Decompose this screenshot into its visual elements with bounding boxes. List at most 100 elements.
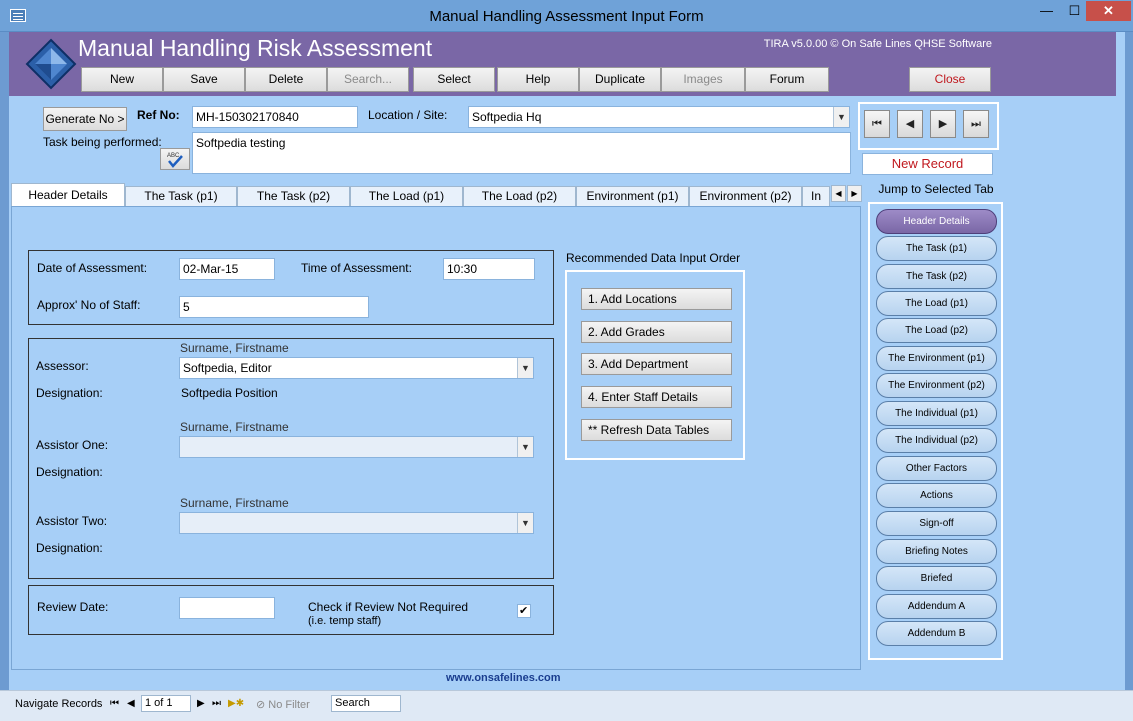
save-button[interactable]: Save — [163, 67, 245, 92]
add-department-button[interactable]: 3. Add Department — [581, 353, 732, 375]
previous-record-button[interactable]: ◀ — [897, 110, 923, 138]
time-field[interactable]: 10:30 — [443, 258, 535, 280]
jump-environment-p1[interactable]: The Environment (p1) — [876, 346, 997, 371]
location-value: Softpedia Hq — [472, 110, 542, 124]
svg-text:ABC: ABC — [167, 153, 180, 159]
ref-no-field[interactable]: MH-150302170840 — [192, 106, 358, 128]
tab-load-p2[interactable]: The Load (p2) — [463, 186, 576, 207]
delete-button[interactable]: Delete — [245, 67, 327, 92]
assessor-combo[interactable]: Softpedia, Editor ▼ — [179, 357, 534, 379]
duplicate-button[interactable]: Duplicate — [579, 67, 661, 92]
window-close-button[interactable]: ✕ — [1086, 1, 1131, 21]
header-details-page: Date of Assessment: 02-Mar-15 Time of As… — [11, 206, 861, 670]
recommended-group: 1. Add Locations 2. Add Grades 3. Add De… — [565, 270, 745, 460]
assistor-one-combo[interactable]: ▼ — [179, 436, 534, 458]
location-combo[interactable]: Softpedia Hq ▼ — [468, 106, 850, 128]
first-record-button[interactable]: ⏮ — [864, 110, 890, 138]
assessor-value: Softpedia, Editor — [183, 361, 272, 375]
time-label: Time of Assessment: — [301, 261, 412, 275]
chevron-down-icon[interactable]: ▼ — [517, 513, 533, 533]
jump-addendum-a[interactable]: Addendum A — [876, 594, 997, 619]
record-navigator: ⏮ ◀ ▶ ⏭ — [858, 102, 999, 150]
jump-task-p1[interactable]: The Task (p1) — [876, 236, 997, 261]
website-link[interactable]: www.onsafelines.com — [446, 672, 561, 684]
images-button[interactable]: Images — [661, 67, 745, 92]
date-field[interactable]: 02-Mar-15 — [179, 258, 275, 280]
jump-load-p2[interactable]: The Load (p2) — [876, 318, 997, 343]
forum-button[interactable]: Forum — [745, 67, 829, 92]
jump-other-factors[interactable]: Other Factors — [876, 456, 997, 481]
close-button[interactable]: Close — [909, 67, 991, 92]
assistor-two-label: Assistor Two: — [36, 514, 108, 528]
chevron-down-icon[interactable]: ▼ — [517, 437, 533, 457]
assessor-group: Surname, Firstname Assessor: Softpedia, … — [28, 338, 554, 579]
assessor-label: Assessor: — [36, 359, 89, 373]
chevron-down-icon[interactable]: ▼ — [833, 107, 849, 127]
tab-environment-p2[interactable]: Environment (p2) — [689, 186, 802, 207]
help-button[interactable]: Help — [497, 67, 579, 92]
tab-task-p1[interactable]: The Task (p1) — [125, 186, 237, 207]
tab-task-p2[interactable]: The Task (p2) — [237, 186, 350, 207]
review-date-label: Review Date: — [37, 600, 109, 614]
no-filter-button[interactable]: ⊘ No Filter — [256, 698, 310, 711]
minimize-button[interactable]: — — [1033, 1, 1060, 21]
tab-individual-p1[interactable]: In — [802, 186, 830, 207]
ref-no-label: Ref No: — [137, 108, 180, 122]
version-text: TIRA v5.0.00 © On Safe Lines QHSE Softwa… — [763, 38, 992, 50]
filter-icon: ⊘ — [256, 699, 266, 711]
add-locations-button[interactable]: 1. Add Locations — [581, 288, 732, 310]
last-record-button[interactable]: ⏭ — [963, 110, 989, 138]
select-button[interactable]: Select — [413, 67, 495, 92]
review-check-label: Check if Review Not Required — [308, 600, 469, 614]
tab-scroll-left-icon[interactable]: ◀ — [831, 185, 846, 202]
location-label: Location / Site: — [368, 108, 448, 122]
app-title: Manual Handling Risk Assessment — [78, 35, 433, 61]
jump-sign-off[interactable]: Sign-off — [876, 511, 997, 536]
next-record-button[interactable]: ▶ — [930, 110, 956, 138]
assistor-two-combo[interactable]: ▼ — [179, 512, 534, 534]
tab-load-p1[interactable]: The Load (p1) — [350, 186, 463, 207]
search-input[interactable]: Search — [331, 695, 401, 712]
next-record-icon[interactable]: ▶ — [197, 698, 205, 709]
last-record-icon[interactable]: ⏭ — [212, 698, 221, 709]
new-button[interactable]: New — [81, 67, 163, 92]
tab-header-details[interactable]: Header Details — [11, 183, 125, 207]
assistor-two-designation-label: Designation: — [36, 541, 103, 555]
jump-load-p1[interactable]: The Load (p1) — [876, 291, 997, 316]
navigate-records-label: Navigate Records — [15, 698, 103, 710]
search-button[interactable]: Search... — [327, 67, 409, 92]
review-check-sublabel: (i.e. temp staff) — [308, 615, 382, 627]
diamond-logo-icon — [25, 38, 77, 90]
staff-label: Approx' No of Staff: — [37, 298, 141, 312]
enter-staff-details-button[interactable]: 4. Enter Staff Details — [581, 386, 732, 408]
jump-environment-p2[interactable]: The Environment (p2) — [876, 373, 997, 398]
jump-individual-p2[interactable]: The Individual (p2) — [876, 428, 997, 453]
jump-header-details[interactable]: Header Details — [876, 209, 997, 234]
jump-actions[interactable]: Actions — [876, 483, 997, 508]
first-record-icon[interactable]: ⏮ — [110, 698, 119, 709]
jump-briefing-notes[interactable]: Briefing Notes — [876, 539, 997, 564]
previous-record-icon[interactable]: ◀ — [127, 698, 135, 709]
add-grades-button[interactable]: 2. Add Grades — [581, 321, 732, 343]
tab-environment-p1[interactable]: Environment (p1) — [576, 186, 689, 207]
assistor-one-label: Assistor One: — [36, 438, 109, 452]
review-date-field[interactable] — [179, 597, 275, 619]
maximize-button[interactable]: ☐ — [1061, 1, 1088, 21]
tab-scroll-right-icon[interactable]: ▶ — [847, 185, 862, 202]
record-position-field[interactable]: 1 of 1 — [141, 695, 191, 712]
jump-individual-p1[interactable]: The Individual (p1) — [876, 401, 997, 426]
staff-field[interactable]: 5 — [179, 296, 369, 318]
date-label: Date of Assessment: — [37, 261, 148, 275]
jump-addendum-b[interactable]: Addendum B — [876, 621, 997, 646]
spell-check-button[interactable]: ABC — [160, 148, 190, 170]
new-record-icon[interactable]: ▶✱ — [228, 698, 244, 709]
jump-briefed[interactable]: Briefed — [876, 566, 997, 591]
review-group: Review Date: Check if Review Not Require… — [28, 585, 554, 635]
assessor-name-hint: Surname, Firstname — [180, 341, 289, 355]
generate-number-button[interactable]: Generate No > — [43, 107, 127, 131]
review-not-required-checkbox[interactable]: ✔ — [517, 604, 531, 618]
task-field[interactable]: Softpedia testing — [192, 132, 851, 174]
refresh-data-tables-button[interactable]: ** Refresh Data Tables — [581, 419, 732, 441]
chevron-down-icon[interactable]: ▼ — [517, 358, 533, 378]
jump-task-p2[interactable]: The Task (p2) — [876, 264, 997, 289]
